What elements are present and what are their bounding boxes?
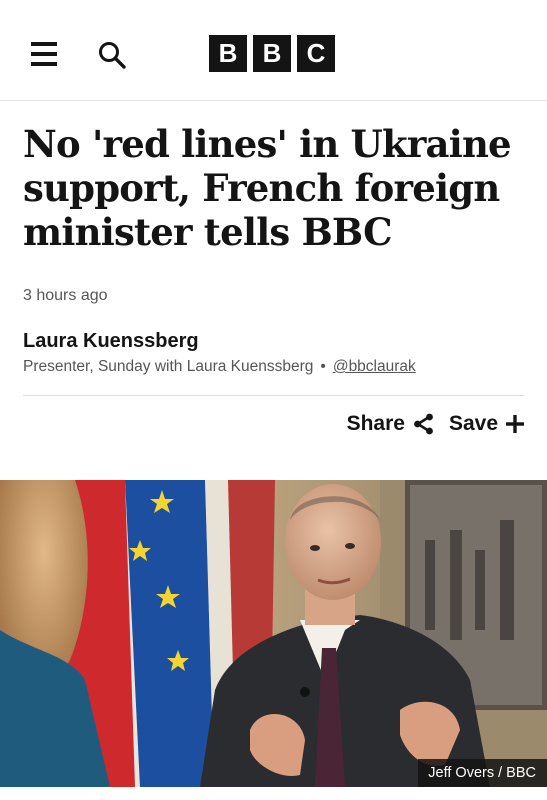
article-lead-image: Jeff Overs / BBC — [0, 480, 547, 787]
plus-icon — [506, 415, 524, 433]
hamburger-menu-icon[interactable] — [31, 42, 57, 66]
article-headline: No 'red lines' in Ukraine support, Frenc… — [23, 122, 512, 254]
logo-letter: C — [297, 35, 335, 72]
image-credit: Jeff Overs / BBC — [418, 759, 547, 787]
author-role: Presenter, Sunday with Laura Kuenssberg — [23, 358, 314, 375]
meta-separator: • — [320, 358, 326, 375]
search-icon[interactable] — [97, 40, 127, 70]
byline-divider — [23, 395, 524, 396]
share-button[interactable]: Share — [347, 412, 435, 436]
interview-photo — [0, 480, 547, 787]
logo-letter: B — [209, 35, 247, 72]
logo-letter: B — [253, 35, 291, 72]
share-icon — [414, 413, 433, 435]
site-header: B B C — [0, 0, 547, 101]
save-label: Save — [448, 412, 498, 435]
bbc-logo[interactable]: B B C — [209, 35, 335, 72]
author-meta: Presenter, Sunday with Laura Kuenssberg •… — [23, 358, 416, 376]
share-label: Share — [346, 412, 405, 435]
article-timestamp: 3 hours ago — [23, 287, 108, 304]
save-button[interactable]: Save — [449, 412, 524, 436]
article-actions: Share Save — [347, 412, 524, 436]
author-handle-link[interactable]: @bbclaurak — [333, 358, 416, 375]
author-name: Laura Kuenssberg — [23, 330, 199, 352]
